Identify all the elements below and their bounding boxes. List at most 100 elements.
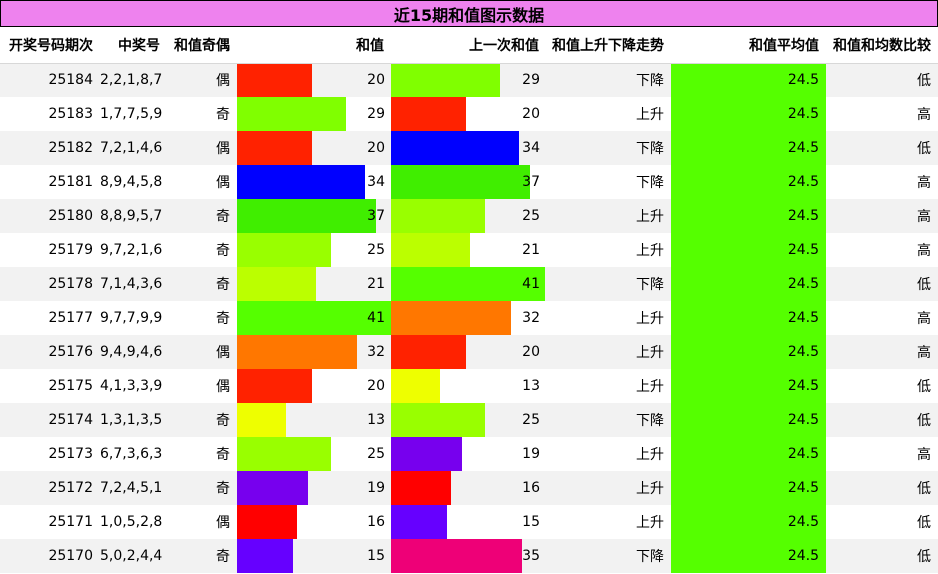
trend-cell: 上升	[546, 369, 671, 403]
prev-sum-cell: 37	[391, 165, 546, 199]
period-cell: 25181	[0, 165, 100, 199]
compare-cell: 低	[826, 471, 938, 505]
period-cell: 25172	[0, 471, 100, 505]
numbers-cell: 5,0,2,4,4	[100, 539, 167, 573]
parity-cell: 奇	[167, 97, 237, 131]
period-cell: 25170	[0, 539, 100, 573]
sum-cell: 37	[237, 199, 391, 233]
period-cell: 25180	[0, 199, 100, 233]
table-row: 25184 2,2,1,8,7 偶 20 29 下降 24.5 低	[0, 63, 938, 97]
compare-cell: 低	[826, 539, 938, 573]
prev-sum-bar	[391, 131, 519, 165]
compare-cell: 低	[826, 369, 938, 403]
header-prev-sum: 上一次和值	[391, 27, 546, 64]
numbers-cell: 9,7,7,9,9	[100, 301, 167, 335]
avg-cell: 24.5	[671, 131, 826, 165]
prev-sum-bar	[391, 165, 530, 199]
prev-sum-bar	[391, 301, 512, 335]
header-period: 开奖号码期次	[0, 27, 100, 64]
prev-sum-bar	[391, 369, 440, 403]
sum-bar	[237, 505, 298, 539]
prev-sum-value: 21	[522, 242, 540, 258]
table-row: 25182 7,2,1,4,6 偶 20 34 下降 24.5 低	[0, 131, 938, 165]
prev-sum-bar	[391, 505, 448, 539]
trend-cell: 上升	[546, 437, 671, 471]
compare-cell: 高	[826, 97, 938, 131]
prev-sum-value: 13	[522, 378, 540, 394]
sum-bar	[237, 437, 331, 471]
trend-cell: 下降	[546, 267, 671, 301]
prev-sum-value: 29	[522, 72, 540, 89]
header-compare: 和值和均数比较	[826, 27, 938, 64]
sum-bar	[237, 267, 316, 301]
numbers-cell: 7,2,1,4,6	[100, 131, 167, 165]
sum-cell: 20	[237, 131, 391, 165]
sum-cell: 20	[237, 369, 391, 403]
numbers-cell: 4,1,3,3,9	[100, 369, 167, 403]
sum-value: 16	[367, 514, 385, 530]
trend-cell: 上升	[546, 335, 671, 369]
trend-cell: 下降	[546, 131, 671, 165]
sum-cell: 29	[237, 97, 391, 131]
compare-cell: 低	[826, 505, 938, 539]
sum-value: 20	[367, 378, 385, 394]
period-cell: 25171	[0, 505, 100, 539]
trend-cell: 上升	[546, 199, 671, 233]
prev-sum-value: 20	[522, 344, 540, 360]
period-cell: 25173	[0, 437, 100, 471]
sum-cell: 34	[237, 165, 391, 199]
prev-sum-cell: 25	[391, 199, 546, 233]
sum-cell: 16	[237, 505, 391, 539]
prev-sum-cell: 32	[391, 301, 546, 335]
sum-cell: 32	[237, 335, 391, 369]
table-row: 25170 5,0,2,4,4 奇 15 35 下降 24.5 低	[0, 539, 938, 573]
period-cell: 25177	[0, 301, 100, 335]
period-cell: 25176	[0, 335, 100, 369]
trend-cell: 上升	[546, 301, 671, 335]
sum-value: 13	[367, 412, 385, 428]
prev-sum-bar	[391, 233, 470, 267]
prev-sum-cell: 19	[391, 437, 546, 471]
sum-value: 20	[367, 140, 385, 156]
sum-bar	[237, 471, 309, 505]
sum-bar	[237, 335, 358, 369]
prev-sum-cell: 20	[391, 97, 546, 131]
numbers-cell: 8,9,4,5,8	[100, 165, 167, 199]
sum-cell: 25	[237, 233, 391, 267]
compare-cell: 高	[826, 165, 938, 199]
period-cell: 25184	[0, 63, 100, 97]
prev-sum-value: 35	[522, 548, 540, 564]
sum-value: 34	[367, 174, 385, 190]
table-header-row: 开奖号码期次 中奖号 和值奇偶 和值 上一次和值 和值上升下降走势 和值平均值 …	[0, 27, 938, 64]
period-cell: 25183	[0, 97, 100, 131]
parity-cell: 奇	[167, 233, 237, 267]
header-avg: 和值平均值	[671, 27, 826, 64]
sum-cell: 20	[237, 63, 391, 97]
prev-sum-bar	[391, 63, 500, 97]
period-cell: 25182	[0, 131, 100, 165]
prev-sum-value: 25	[522, 412, 540, 428]
trend-cell: 下降	[546, 403, 671, 437]
sum-bar	[237, 369, 313, 403]
trend-cell: 上升	[546, 471, 671, 505]
compare-cell: 低	[826, 267, 938, 301]
prev-sum-bar	[391, 403, 485, 437]
period-cell: 25178	[0, 267, 100, 301]
sum-cell: 41	[237, 301, 391, 335]
parity-cell: 奇	[167, 403, 237, 437]
sum-bar	[237, 199, 376, 233]
sum-value: 32	[367, 344, 385, 360]
sum-value: 19	[367, 480, 385, 496]
avg-cell: 24.5	[671, 233, 826, 267]
sum-value: 25	[367, 446, 385, 462]
sum-cell: 25	[237, 437, 391, 471]
avg-cell: 24.5	[671, 369, 826, 403]
prev-sum-cell: 16	[391, 471, 546, 505]
compare-cell: 低	[826, 131, 938, 165]
prev-sum-bar	[391, 471, 452, 505]
numbers-cell: 9,4,9,4,6	[100, 335, 167, 369]
sum-data-table: 开奖号码期次 中奖号 和值奇偶 和值 上一次和值 和值上升下降走势 和值平均值 …	[0, 27, 938, 573]
prev-sum-bar	[391, 97, 467, 131]
sum-cell: 21	[237, 267, 391, 301]
avg-cell: 24.5	[671, 437, 826, 471]
